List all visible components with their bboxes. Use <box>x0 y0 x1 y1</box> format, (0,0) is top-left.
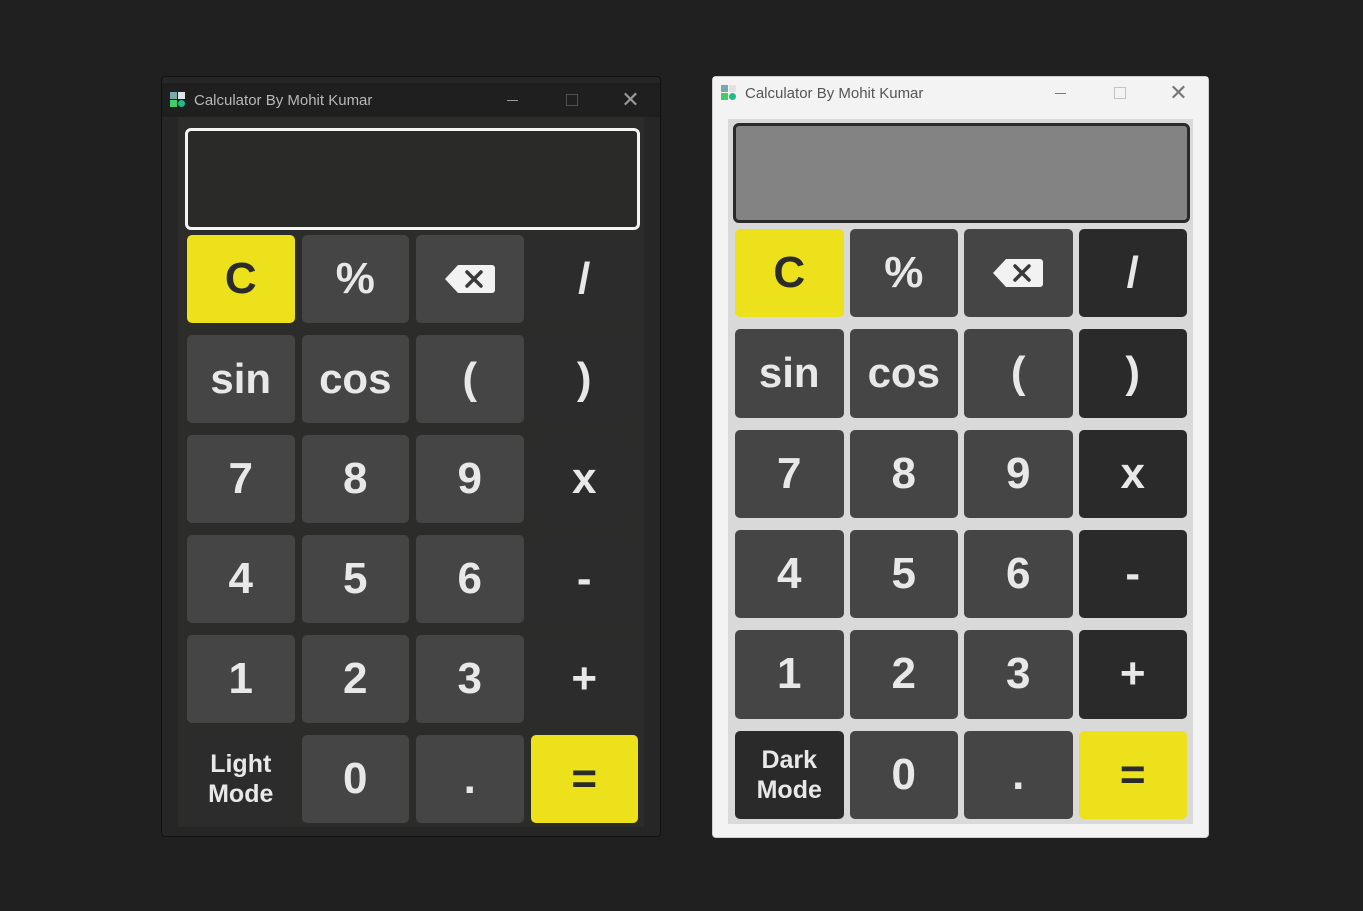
keypad: C% / sin cos() 7 8 9 x 4 5 6- 1 2 3 + Light Mode 0. = <box>187 235 638 823</box>
calculator-body: C% / sin cos() 7 8 9 x 4 5 6- 1 2 3 + Light Mode 0. = <box>178 117 644 827</box>
decimal-button[interactable]: . <box>964 730 1073 819</box>
title-bar[interactable]: Calculator By Mohit Kumar ✕ <box>713 77 1208 109</box>
digit-5-button[interactable]: 5 <box>301 535 409 623</box>
backspace-icon <box>993 259 1044 288</box>
close-icon[interactable]: ✕ <box>601 83 660 117</box>
digit-2-button[interactable]: 2 <box>849 630 958 719</box>
add-button[interactable]: + <box>530 635 638 723</box>
sin-button[interactable]: sin <box>187 335 295 423</box>
minimize-icon[interactable] <box>483 83 542 117</box>
equals-button[interactable]: = <box>530 735 638 823</box>
calculator-window-dark: Calculator By Mohit Kumar ✕ C% / sin cos() 7… <box>161 76 661 837</box>
close-paren-button[interactable]: ) <box>530 335 638 423</box>
digit-1-button[interactable]: 1 <box>187 635 295 723</box>
digit-3-button[interactable]: 3 <box>964 630 1073 719</box>
digit-4-button[interactable]: 4 <box>735 530 844 619</box>
digit-5-button[interactable]: 5 <box>849 530 958 619</box>
decimal-button[interactable]: . <box>416 735 524 823</box>
sin-button[interactable]: sin <box>735 329 844 418</box>
display-field[interactable] <box>185 128 640 230</box>
digit-4-button[interactable]: 4 <box>187 535 295 623</box>
backspace-button[interactable] <box>964 229 1073 318</box>
maximize-icon[interactable] <box>542 83 601 117</box>
digit-3-button[interactable]: 3 <box>416 635 524 723</box>
calculator-body: C% / sin cos() 7 8 9 x 4 5 6- 1 2 3 + Dark Mode 0. = <box>728 119 1193 824</box>
digit-7-button[interactable]: 7 <box>187 435 295 523</box>
subtract-button[interactable]: - <box>1078 530 1187 619</box>
close-paren-button[interactable]: ) <box>1078 329 1187 418</box>
digit-9-button[interactable]: 9 <box>964 429 1073 518</box>
open-paren-button[interactable]: ( <box>964 329 1073 418</box>
digit-2-button[interactable]: 2 <box>301 635 409 723</box>
digit-0-button[interactable]: 0 <box>301 735 409 823</box>
digit-1-button[interactable]: 1 <box>735 630 844 719</box>
calculator-window-light: Calculator By Mohit Kumar ✕ C% / sin cos() 7… <box>712 76 1209 838</box>
title-bar[interactable]: Calculator By Mohit Kumar ✕ <box>162 83 660 117</box>
subtract-button[interactable]: - <box>530 535 638 623</box>
open-paren-button[interactable]: ( <box>416 335 524 423</box>
maximize-icon[interactable] <box>1090 77 1149 109</box>
display-field[interactable] <box>733 123 1190 223</box>
backspace-button[interactable] <box>416 235 524 323</box>
theme-toggle-button[interactable]: Light Mode <box>187 735 295 823</box>
digit-6-button[interactable]: 6 <box>964 530 1073 619</box>
add-button[interactable]: + <box>1078 630 1187 719</box>
minimize-icon[interactable] <box>1031 77 1090 109</box>
keypad: C% / sin cos() 7 8 9 x 4 5 6- 1 2 3 + Dark Mode 0. = <box>735 229 1187 819</box>
divide-button[interactable]: / <box>1078 229 1187 318</box>
multiply-button[interactable]: x <box>530 435 638 523</box>
digit-0-button[interactable]: 0 <box>849 730 958 819</box>
percent-button[interactable]: % <box>301 235 409 323</box>
app-icon <box>721 85 737 101</box>
clear-button[interactable]: C <box>187 235 295 323</box>
digit-8-button[interactable]: 8 <box>301 435 409 523</box>
backspace-icon <box>444 265 495 293</box>
percent-button[interactable]: % <box>849 229 958 318</box>
equals-button[interactable]: = <box>1078 730 1187 819</box>
digit-8-button[interactable]: 8 <box>849 429 958 518</box>
close-icon[interactable]: ✕ <box>1149 77 1208 109</box>
clear-button[interactable]: C <box>735 229 844 318</box>
multiply-button[interactable]: x <box>1078 429 1187 518</box>
divide-button[interactable]: / <box>530 235 638 323</box>
window-title: Calculator By Mohit Kumar <box>194 91 373 109</box>
window-title: Calculator By Mohit Kumar <box>745 84 924 102</box>
app-icon <box>170 92 186 108</box>
digit-6-button[interactable]: 6 <box>416 535 524 623</box>
digit-7-button[interactable]: 7 <box>735 429 844 518</box>
cos-button[interactable]: cos <box>849 329 958 418</box>
digit-9-button[interactable]: 9 <box>416 435 524 523</box>
theme-toggle-button[interactable]: Dark Mode <box>735 730 844 819</box>
cos-button[interactable]: cos <box>301 335 409 423</box>
